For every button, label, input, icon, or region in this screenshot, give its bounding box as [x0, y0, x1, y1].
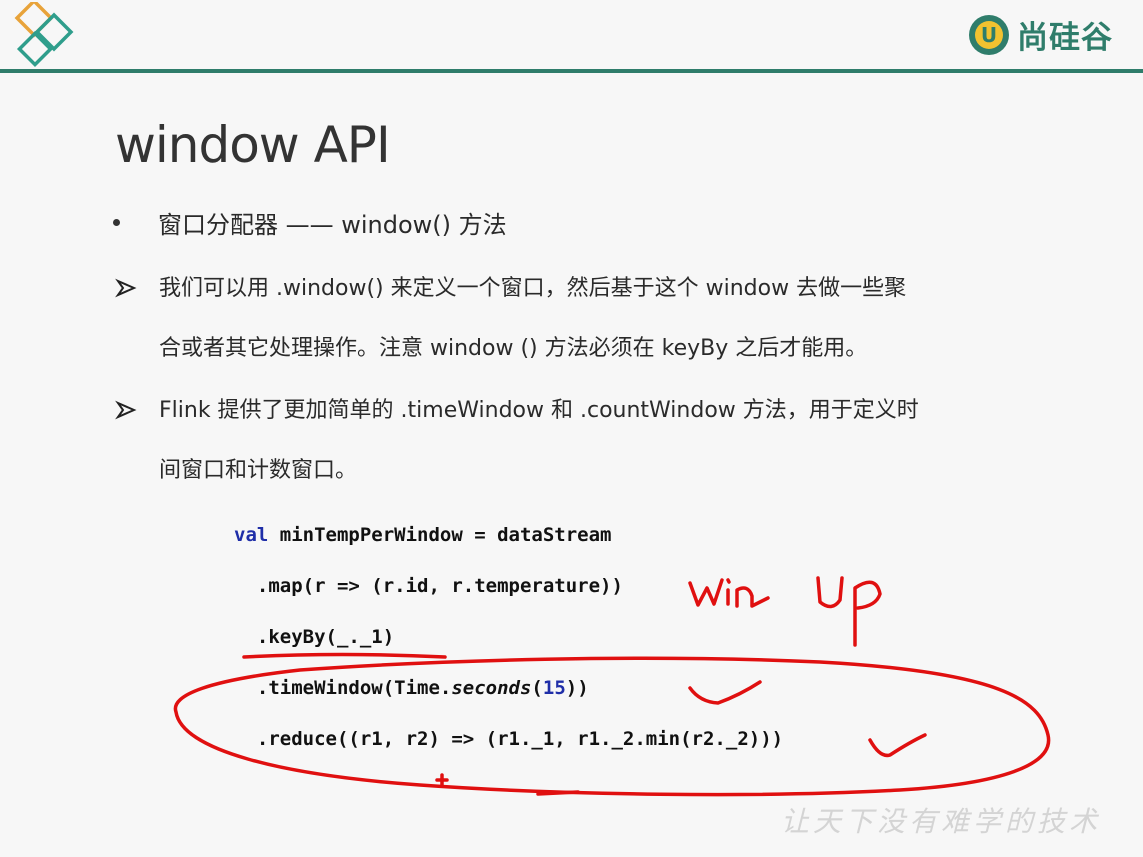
- code-line: .reduce((r1, r2) => (r1._1, r1._2.min(r2…: [234, 728, 784, 750]
- list-item-line: 间窗口和计数窗口。: [159, 458, 358, 483]
- check-mark-icon: [688, 680, 762, 705]
- handwriting-win-icon: [688, 578, 770, 608]
- header-rule: [0, 69, 1143, 73]
- svg-text:U: U: [981, 23, 997, 47]
- brand-badge-icon: U: [969, 14, 1009, 55]
- code-line: .keyBy(_._1): [234, 626, 395, 648]
- list-item-line: Flink 提供了更加简单的 .timeWindow 和 .countWindo…: [159, 398, 919, 423]
- code-line: val minTempPerWindow = dataStream: [234, 524, 612, 546]
- underline-stroke: [242, 652, 447, 659]
- brand-logo: U 尚硅谷: [967, 12, 1113, 57]
- slide-title: window API: [115, 116, 391, 174]
- list-item-line: 我们可以用 .window() 来定义一个窗口，然后基于这个 window 去做…: [159, 276, 907, 301]
- code-number: 15: [542, 677, 566, 699]
- diamond-logo-icon: [14, 2, 74, 68]
- dash-mark: [536, 790, 580, 796]
- code-text: )): [565, 677, 589, 699]
- list-item-line: 合或者其它处理操作。注意 window () 方法必须在 keyBy 之后才能用…: [159, 336, 868, 361]
- handwriting-up-icon: [816, 576, 882, 647]
- slide: U 尚硅谷 window API 窗口分配器 —— window() 方法 我们…: [0, 0, 1143, 857]
- watermark: 让天下没有难学的技术: [780, 805, 1101, 838]
- main-bullet: 窗口分配器 —— window() 方法: [113, 205, 507, 240]
- bullet-dot-icon: [113, 219, 120, 226]
- arrowhead-bullet-icon: [115, 278, 137, 298]
- code-text: .timeWindow(Time.: [234, 677, 452, 699]
- code-keyword: val: [234, 524, 269, 546]
- code-method: seconds: [451, 677, 532, 699]
- code-line: .timeWindow(Time.seconds(15)): [234, 677, 589, 699]
- brand-name: 尚硅谷: [1017, 20, 1113, 56]
- arrowhead-bullet-icon: [115, 400, 137, 420]
- code-line: .map(r => (r.id, r.temperature)): [234, 575, 623, 597]
- code-text: minTempPerWindow = dataStream: [268, 524, 612, 546]
- bullet-text: 窗口分配器 —— window() 方法: [158, 211, 507, 239]
- plus-mark-icon: [435, 773, 449, 788]
- code-text: (: [531, 677, 543, 699]
- check-mark-icon: [868, 733, 927, 758]
